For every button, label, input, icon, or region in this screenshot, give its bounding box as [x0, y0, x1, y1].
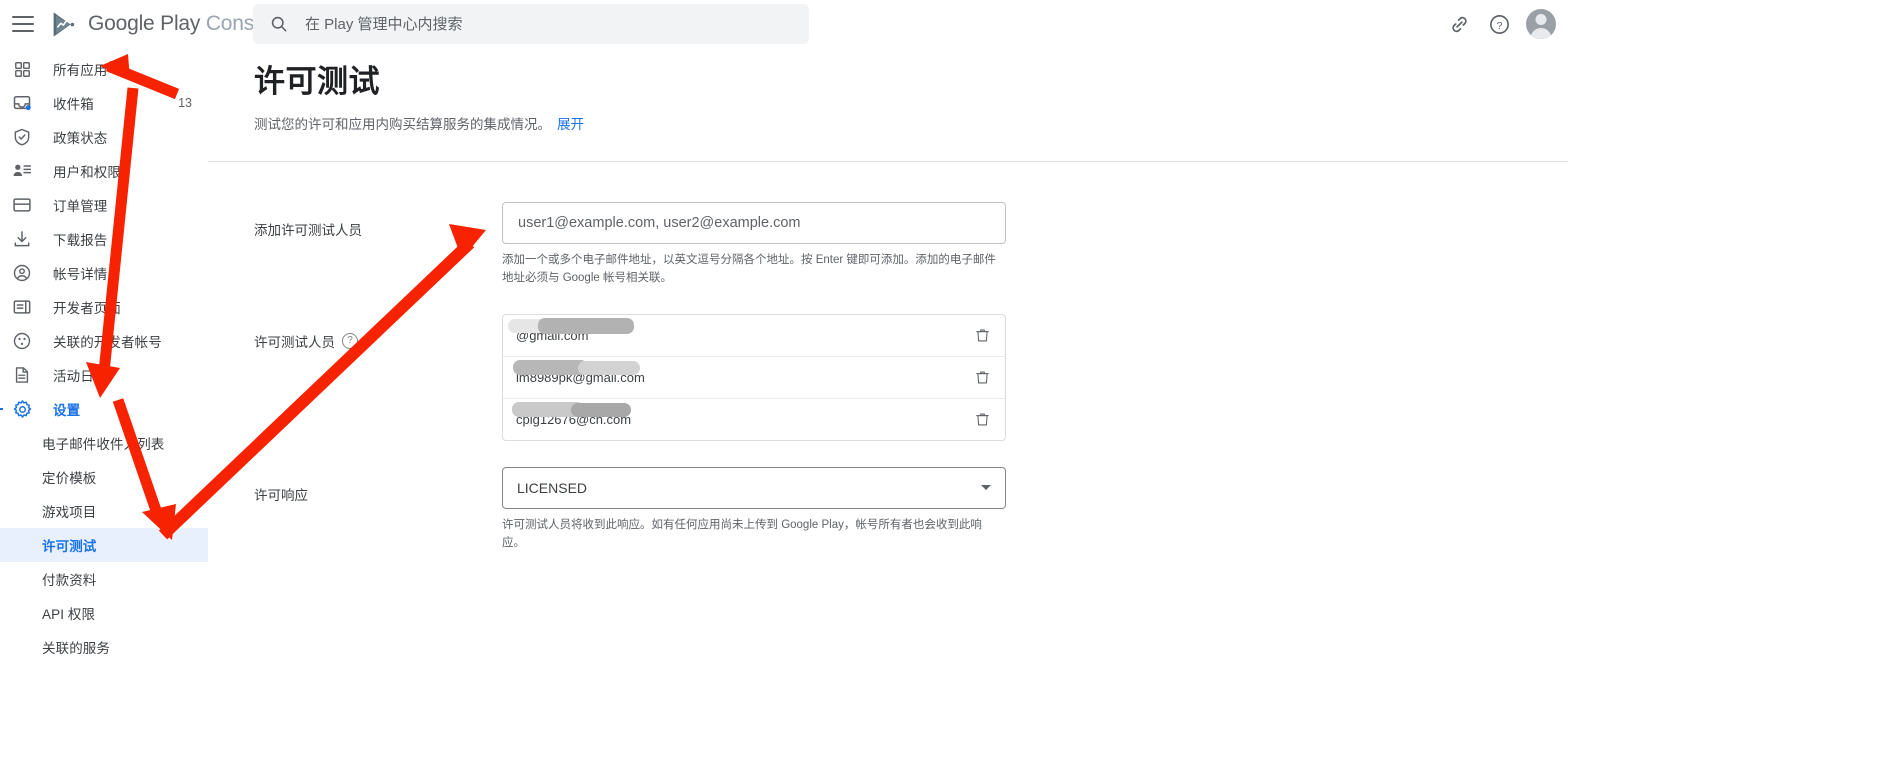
developer-page-icon	[11, 296, 33, 318]
tester-email-text: lm8989pk@gmail.com	[516, 369, 645, 385]
grid-apps-icon	[11, 58, 33, 80]
license-response-value: LICENSED	[517, 479, 588, 496]
sidebar-item-label: 用户和权限	[53, 165, 121, 180]
delete-tester-button[interactable]	[972, 325, 992, 345]
main-content: 许可测试 测试您的许可和应用内购买结算服务的集成情况。展开 添加许可测试人员 添…	[208, 48, 1568, 777]
table-row: cpig12676@cn.com	[503, 399, 1005, 440]
inbox-icon	[11, 92, 33, 114]
account-circle-icon	[11, 262, 33, 284]
search-input[interactable]	[303, 14, 787, 34]
sidebar-item-all-apps[interactable]: 所有应用	[0, 52, 208, 86]
sidebar-subitem-game-projects[interactable]: 游戏项目	[0, 494, 208, 528]
chevron-down-icon	[981, 485, 991, 491]
activity-log-icon	[11, 364, 33, 386]
add-testers-row: 添加许可测试人员 添加一个或多个电子邮件地址，以英文逗号分隔各个地址。按 Ent…	[254, 202, 1568, 288]
sidebar-item-inbox[interactable]: 收件箱 13	[0, 86, 208, 120]
table-row: @gmail.com	[503, 315, 1005, 357]
tester-email: @gmail.com	[508, 317, 634, 343]
sidebar-item-label: 设置	[53, 403, 81, 418]
sidebar-item-label: 活动日志	[53, 369, 108, 384]
account-avatar[interactable]	[1526, 9, 1556, 39]
license-response-helper: 许可测试人员将收到此响应。如有任何应用尚未上传到 Google Play，帐号所…	[502, 518, 982, 549]
sidebar-item-users-permissions[interactable]: 用户和权限	[0, 154, 208, 188]
brand-primary: Google Play	[88, 12, 201, 35]
search-icon	[271, 16, 287, 32]
table-row: lm8989pk@gmail.com	[503, 357, 1005, 399]
inbox-badge-count: 13	[178, 96, 192, 110]
help-icon[interactable]: ?	[1486, 11, 1512, 37]
sidebar-subitem-api-permissions[interactable]: API 权限	[0, 596, 208, 630]
sidebar-item-label: 开发者页面	[53, 301, 121, 316]
expand-link[interactable]: 展开	[557, 117, 584, 132]
linked-accounts-icon	[11, 330, 33, 352]
sidebar-item-label: 帐号详情	[53, 267, 108, 282]
add-testers-helper: 添加一个或多个电子邮件地址，以英文逗号分隔各个地址。按 Enter 键即可添加。…	[502, 254, 996, 285]
testers-row: 许可测试人员 ? @gmail.com lm8989pk@gmail.com c…	[254, 313, 1568, 441]
sidebar-item-label: 关联的开发者帐号	[53, 335, 162, 350]
sidebar-item-label: 收件箱	[53, 97, 94, 112]
users-permissions-icon	[11, 160, 33, 182]
testers-label-text: 许可测试人员	[254, 334, 335, 350]
delete-tester-button[interactable]	[972, 409, 992, 429]
sidebar-item-settings[interactable]: 设置	[0, 392, 208, 426]
sidebar-item-download-reports[interactable]: 下载报告	[0, 222, 208, 256]
trash-icon	[975, 413, 989, 426]
testers-label: 许可测试人员 ?	[254, 314, 502, 351]
page-subtitle-text: 测试您的许可和应用内购买结算服务的集成情况。	[254, 117, 551, 133]
shield-check-icon	[11, 126, 33, 148]
link-icon[interactable]	[1446, 11, 1472, 37]
license-testing-form: 添加许可测试人员 添加一个或多个电子邮件地址，以英文逗号分隔各个地址。按 Ent…	[208, 162, 1568, 552]
sidebar-item-linked-developer-accounts[interactable]: 关联的开发者帐号	[0, 324, 208, 358]
sidebar-item-order-management[interactable]: 订单管理	[0, 188, 208, 222]
sidebar-subitem-pricing-templates[interactable]: 定价模板	[0, 460, 208, 494]
gear-icon	[11, 398, 33, 420]
page-subtitle: 测试您的许可和应用内购买结算服务的集成情况。 展开	[254, 113, 1568, 133]
tester-list: @gmail.com lm8989pk@gmail.com cpig12676@…	[502, 313, 1006, 441]
sidebar-subitem-linked-services[interactable]: 关联的服务	[0, 630, 208, 664]
credit-card-icon	[11, 194, 33, 216]
page-header: 许可测试 测试您的许可和应用内购买结算服务的集成情况。 展开	[208, 48, 1568, 133]
license-response-select[interactable]: LICENSED	[502, 466, 1006, 509]
add-testers-field: 添加一个或多个电子邮件地址，以英文逗号分隔各个地址。按 Enter 键即可添加。…	[502, 202, 1006, 288]
tester-email-text: @gmail.com	[516, 327, 589, 343]
download-icon	[11, 228, 33, 250]
sidebar-item-label: 下载报告	[53, 233, 108, 248]
add-testers-label: 添加许可测试人员	[254, 223, 362, 239]
svg-text:?: ?	[1496, 19, 1502, 31]
sidebar-item-policy-status[interactable]: 政策状态	[0, 120, 208, 154]
top-app-bar: Google Play Console ?	[0, 0, 1568, 48]
google-play-console-logo	[53, 11, 75, 37]
sidebar-item-developer-page[interactable]: 开发者页面	[0, 290, 208, 324]
license-response-row: 许可响应 LICENSED 许可测试人员将收到此响应。如有任何应用尚未上传到 G…	[254, 466, 1568, 553]
sidebar-item-label: 政策状态	[53, 131, 108, 146]
trash-icon	[975, 329, 989, 342]
tester-email: cpig12676@cn.com	[512, 401, 632, 427]
page-title: 许可测试	[254, 64, 380, 99]
sidebar-item-label: 所有应用	[53, 63, 108, 78]
sidebar-subitem-payment-profile[interactable]: 付款资料	[0, 562, 208, 596]
testers-field: @gmail.com lm8989pk@gmail.com cpig12676@…	[502, 313, 1006, 441]
sidebar: 所有应用 收件箱 13 政策状态 用户和权限 订单管理 下载报告 帐号详情 开发…	[0, 48, 208, 777]
sidebar-subitem-email-recipients[interactable]: 电子邮件收件人列表	[0, 426, 208, 460]
sidebar-item-account-details[interactable]: 帐号详情	[0, 256, 208, 290]
delete-tester-button[interactable]	[972, 367, 992, 387]
question-mark-icon[interactable]: ?	[342, 332, 358, 349]
hamburger-icon[interactable]	[12, 16, 34, 32]
add-testers-input[interactable]	[502, 202, 1006, 245]
sidebar-item-label: 订单管理	[53, 199, 108, 214]
sidebar-item-activity-log[interactable]: 活动日志	[0, 358, 208, 392]
tester-email: lm8989pk@gmail.com	[513, 359, 645, 385]
top-actions: ?	[1446, 0, 1568, 48]
sidebar-subitem-license-testing[interactable]: 许可测试	[0, 528, 208, 562]
tester-email-text: cpig12676@cn.com	[516, 411, 632, 427]
trash-icon	[975, 371, 989, 384]
brand[interactable]: Google Play Console	[50, 10, 282, 39]
search-bar[interactable]	[253, 4, 809, 44]
license-response-field: LICENSED 许可测试人员将收到此响应。如有任何应用尚未上传到 Google…	[502, 466, 1006, 553]
license-response-label: 许可响应	[254, 487, 308, 503]
